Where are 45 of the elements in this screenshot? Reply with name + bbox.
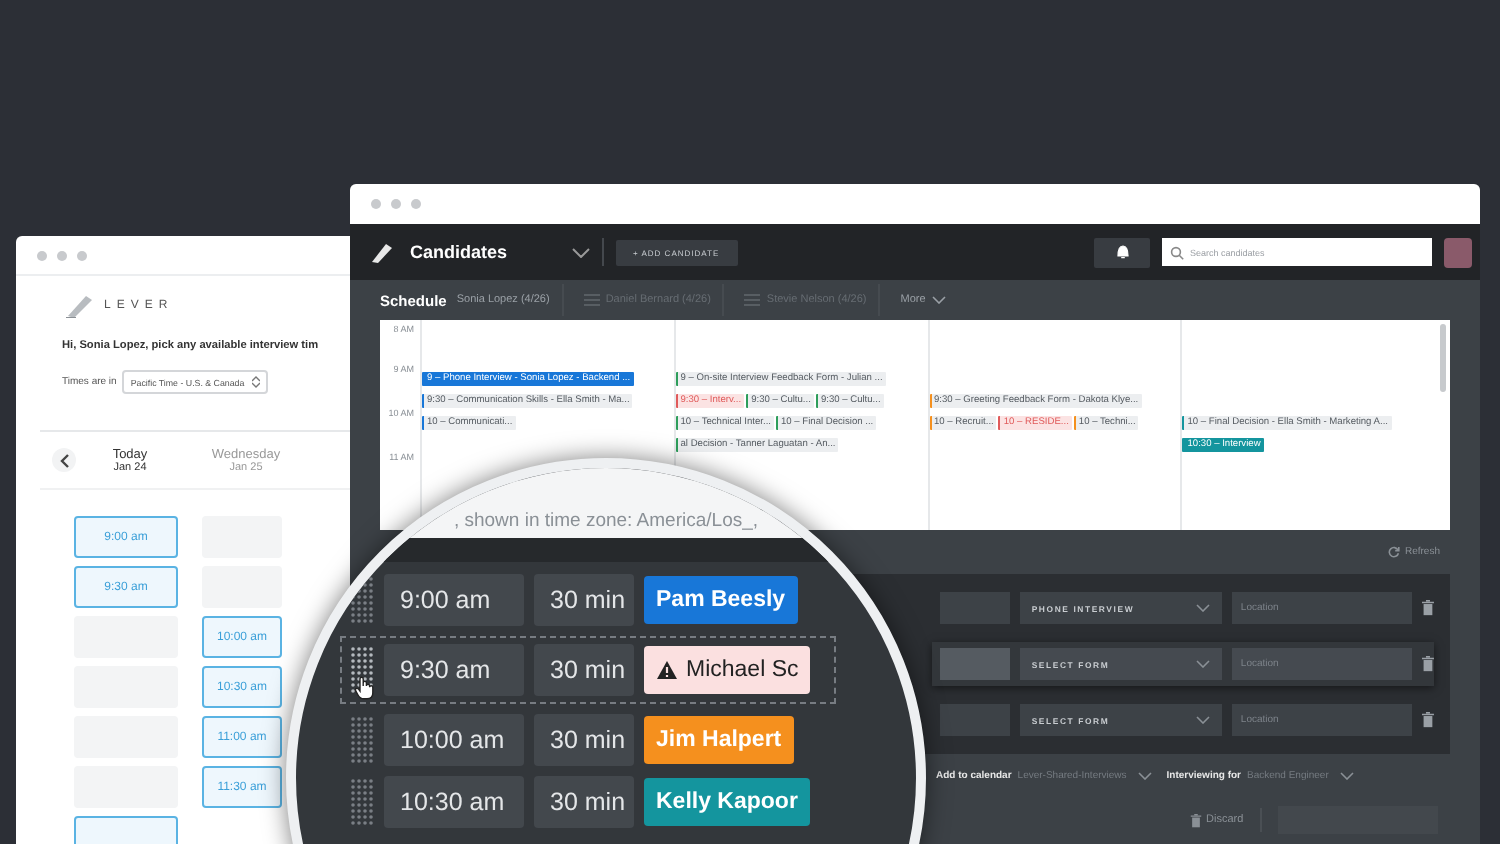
chevron-down-icon[interactable] bbox=[1196, 660, 1211, 668]
window-controls-icon bbox=[370, 198, 422, 210]
time-field[interactable]: 9:00 am bbox=[384, 574, 524, 626]
interview-field[interactable] bbox=[940, 704, 1010, 736]
duration-field[interactable]: 30 min bbox=[534, 644, 634, 696]
chevron-down-icon[interactable] bbox=[571, 247, 590, 257]
duration-field[interactable]: 30 min bbox=[534, 714, 634, 766]
notifications-button[interactable] bbox=[1094, 237, 1150, 267]
chevron-down-icon[interactable] bbox=[931, 296, 946, 304]
time-field[interactable]: 10:00 am bbox=[384, 714, 524, 766]
search-icon[interactable] bbox=[1170, 245, 1184, 259]
hand-cursor-icon bbox=[354, 676, 376, 700]
up-down-arrows-icon[interactable] bbox=[252, 376, 261, 388]
warning-icon bbox=[656, 660, 678, 680]
scrollbar[interactable] bbox=[1440, 324, 1446, 392]
time-field[interactable]: 9:30 am bbox=[384, 644, 524, 696]
drag-handle-icon[interactable] bbox=[350, 576, 374, 624]
trash-icon[interactable] bbox=[1422, 656, 1434, 672]
refresh-icon[interactable] bbox=[1388, 546, 1401, 558]
pen-icon bbox=[370, 241, 394, 263]
interviewer-chip[interactable]: Michael Sc bbox=[644, 646, 811, 694]
interviewer-chip[interactable]: Pam Beesly bbox=[644, 576, 798, 624]
chevron-down-icon[interactable] bbox=[1138, 772, 1153, 780]
trash-icon[interactable] bbox=[1422, 712, 1434, 728]
interview-field[interactable] bbox=[940, 648, 1010, 680]
timezone-note: , shown in time zone: America/Los_, bbox=[453, 510, 759, 532]
time-field[interactable]: 10:30 am bbox=[384, 776, 524, 828]
chevron-down-icon[interactable] bbox=[1196, 716, 1211, 724]
duration-field[interactable]: 30 min bbox=[534, 574, 634, 626]
interviewer-chip[interactable]: Kelly Kapoor bbox=[644, 778, 810, 826]
duration-field[interactable]: 30 min bbox=[534, 776, 634, 828]
previous-button[interactable] bbox=[52, 448, 76, 472]
trash-icon[interactable] bbox=[1422, 600, 1434, 616]
avatar-photo-placeholder[interactable] bbox=[1444, 237, 1472, 267]
chevron-down-icon[interactable] bbox=[1340, 772, 1355, 780]
bell-icon[interactable] bbox=[1115, 244, 1129, 260]
trash-icon[interactable] bbox=[1190, 813, 1202, 827]
page-title: Candidates bbox=[410, 242, 508, 262]
chevron-down-icon[interactable] bbox=[1196, 604, 1211, 612]
drag-handle-icon[interactable] bbox=[350, 646, 374, 694]
drag-handle-icon[interactable] bbox=[350, 716, 374, 764]
chevron-left-icon[interactable] bbox=[59, 453, 69, 467]
drag-handle-icon[interactable] bbox=[350, 778, 374, 826]
window-controls-icon bbox=[36, 249, 88, 261]
logo-icon bbox=[64, 294, 96, 318]
